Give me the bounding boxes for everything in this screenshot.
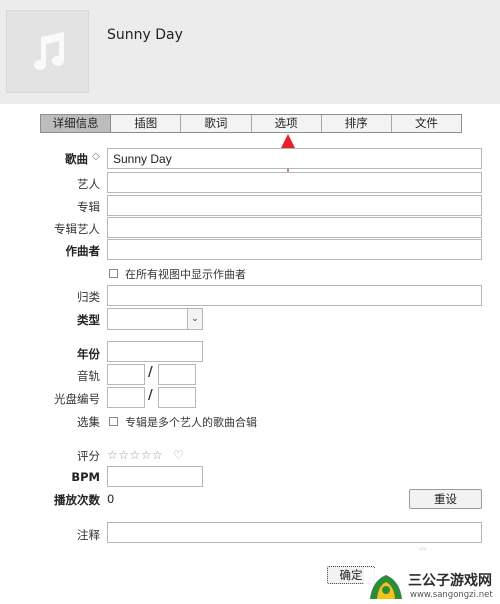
track-label: 音轨: [77, 369, 100, 383]
track-number-field[interactable]: [107, 364, 145, 385]
site-watermark: 三公子游戏网 www.sangongzi.net: [364, 568, 500, 604]
song-label: 歌曲: [65, 152, 88, 166]
year-label: 年份: [77, 347, 100, 361]
song-title: Sunny Day: [107, 27, 183, 43]
comments-label: 注释: [77, 528, 100, 542]
tab-artwork[interactable]: 插图: [111, 115, 182, 132]
tab-lyrics[interactable]: 歌词: [181, 115, 252, 132]
reset-button[interactable]: 重设: [409, 489, 482, 509]
track-total-field[interactable]: [158, 364, 196, 385]
disc-number-field[interactable]: [107, 387, 145, 408]
watermark-title: 三公子游戏网: [408, 573, 492, 589]
compilation-text: 专辑是多个艺人的歌曲合辑: [125, 416, 257, 429]
song-field[interactable]: [107, 148, 482, 169]
watermark-url: www.sangongzi.net: [410, 590, 493, 600]
song-header: Sunny Day: [0, 0, 500, 104]
grouping-field[interactable]: [107, 285, 482, 306]
disc-separator: /: [148, 388, 153, 403]
album-artist-label: 专辑艺人: [54, 222, 100, 236]
genre-label: 类型: [77, 313, 100, 327]
watermark-logo-icon: [370, 575, 402, 599]
play-count-label: 播放次数: [54, 493, 100, 507]
album-label: 专辑: [77, 200, 100, 214]
year-field[interactable]: [107, 341, 203, 362]
music-note-icon: [34, 32, 64, 70]
compilation-label: 选集: [77, 415, 100, 429]
show-composer-checkbox[interactable]: [109, 269, 118, 278]
bpm-label: BPM: [71, 470, 100, 484]
album-artwork[interactable]: [6, 10, 89, 93]
rating-label: 评分: [77, 449, 100, 463]
chevron-down-icon[interactable]: ⌄: [187, 309, 202, 329]
compilation-checkbox[interactable]: [109, 417, 118, 426]
info-tabs: 详细信息 插图 歌词 选项 排序 文件: [40, 114, 462, 133]
disc-total-field[interactable]: [158, 387, 196, 408]
tab-details[interactable]: 详细信息: [41, 115, 112, 132]
rating-stars[interactable]: ☆☆☆☆☆: [107, 448, 163, 462]
faint-mark: ᐡᐡ: [419, 546, 427, 557]
genre-select[interactable]: ⌄: [107, 308, 203, 330]
comments-field[interactable]: [107, 522, 482, 543]
tab-options[interactable]: 选项: [252, 115, 322, 132]
sort-order-icon[interactable]: ◇: [92, 151, 100, 162]
album-field[interactable]: [107, 195, 482, 216]
composer-label: 作曲者: [65, 244, 101, 258]
artist-label: 艺人: [77, 177, 100, 191]
track-separator: /: [148, 365, 153, 380]
play-count-value: 0: [107, 492, 115, 506]
show-composer-text: 在所有视图中显示作曲者: [125, 268, 246, 281]
bpm-field[interactable]: [107, 466, 203, 487]
artist-field[interactable]: [107, 172, 482, 193]
album-artist-field[interactable]: [107, 217, 482, 238]
tab-file[interactable]: 文件: [392, 115, 461, 132]
disc-label: 光盘编号: [54, 392, 100, 406]
tab-sorting[interactable]: 排序: [322, 115, 392, 132]
heart-icon[interactable]: ♡: [173, 448, 184, 462]
grouping-label: 归类: [77, 290, 100, 304]
composer-field[interactable]: [107, 239, 482, 260]
